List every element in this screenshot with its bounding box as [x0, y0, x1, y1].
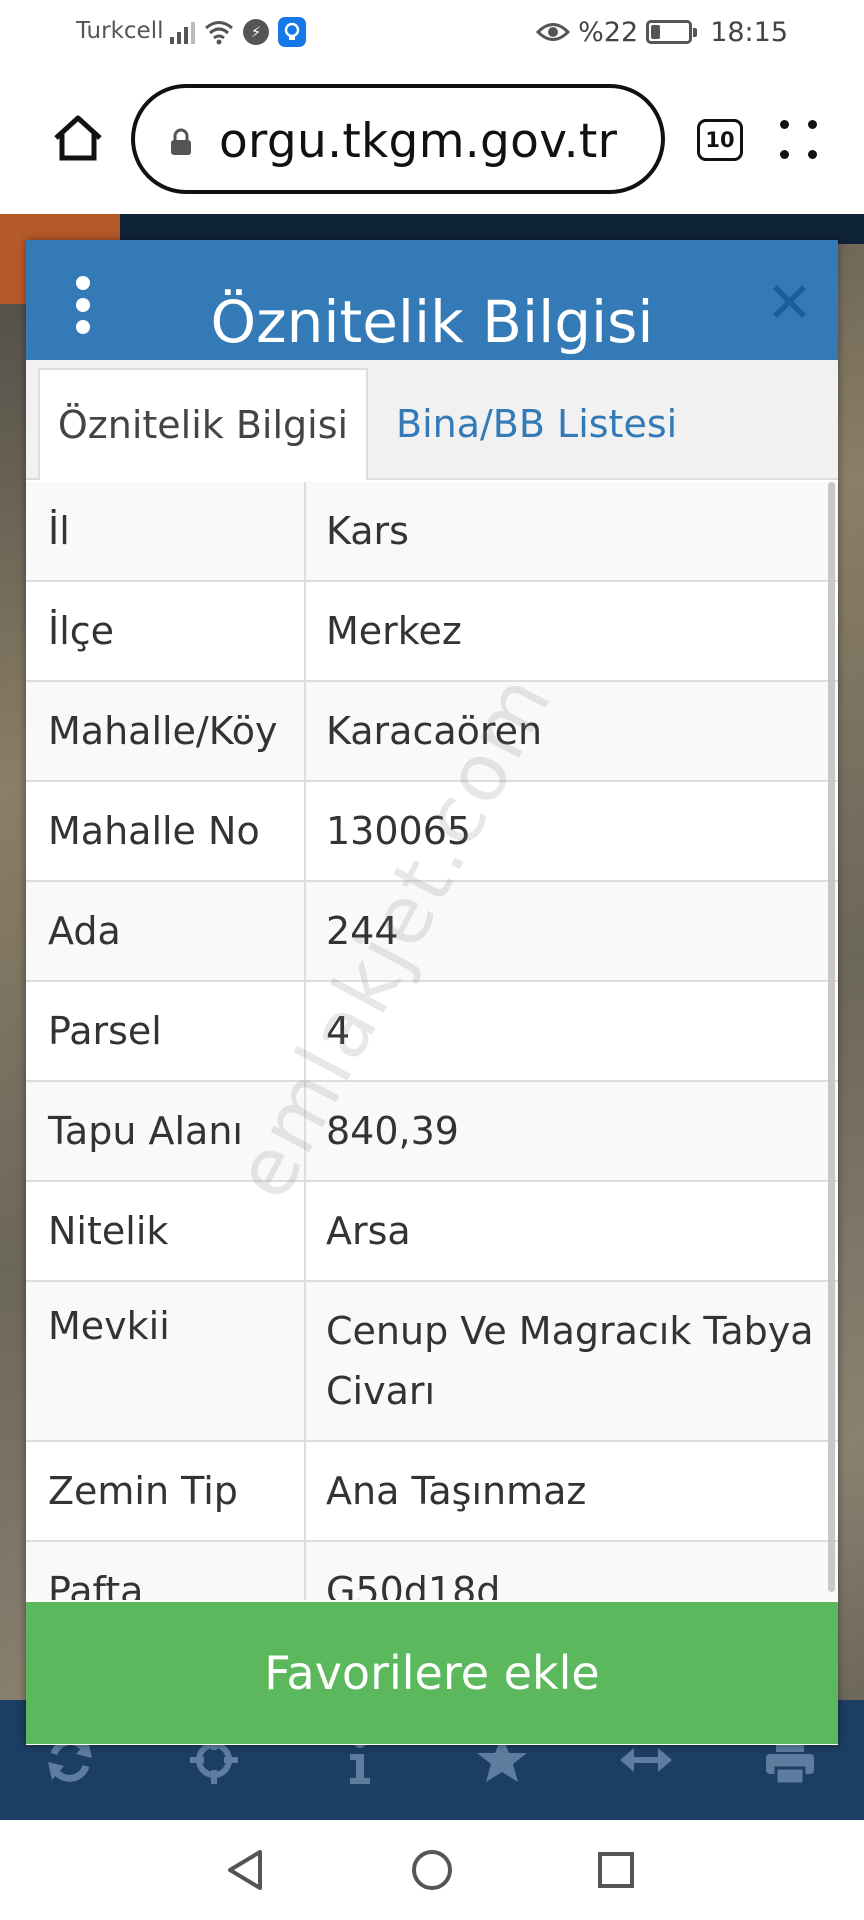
recents-icon[interactable] — [592, 1846, 640, 1894]
messenger-icon: ⚡ — [243, 19, 269, 45]
eye-icon — [536, 23, 571, 41]
table-row: Parsel 4 — [26, 982, 838, 1082]
menu-icon[interactable] — [780, 116, 820, 162]
row-key: Zemin Tip — [26, 1442, 306, 1540]
row-value: Karacaören — [326, 709, 543, 753]
tab-attribute-info[interactable]: Öznitelik Bilgisi — [38, 368, 368, 480]
row-key: Mahalle No — [26, 782, 306, 880]
browser-toolbar: orgu.tkgm.gov.tr 10 — [0, 64, 864, 214]
row-value: 244 — [326, 909, 399, 953]
clock: 18:15 — [710, 16, 788, 48]
signal-icon — [170, 20, 195, 44]
table-row: İlçe Merkez — [26, 582, 838, 682]
table-row: İl Kars — [26, 482, 838, 582]
table-row: Mahalle No 130065 — [26, 782, 838, 882]
tab-count: 10 — [705, 128, 735, 152]
lock-icon — [171, 128, 191, 155]
table-row: Mahalle/Köy Karacaören — [26, 682, 838, 782]
status-icons-left: ⚡ — [170, 14, 306, 50]
row-value: Arsa — [326, 1209, 411, 1253]
row-value: Kars — [326, 509, 409, 553]
system-nav-bar — [0, 1820, 864, 1920]
close-icon[interactable]: ✕ — [766, 276, 813, 332]
attribute-info-modal: Öznitelik Bilgisi ✕ Öznitelik Bilgisi Bi… — [26, 240, 838, 1745]
row-key: Mevkii — [26, 1282, 306, 1440]
app-notification-icon — [278, 17, 306, 47]
row-key: Tapu Alanı — [26, 1082, 306, 1180]
back-icon[interactable] — [222, 1846, 270, 1894]
row-key: Parsel — [26, 982, 306, 1080]
battery-icon — [646, 20, 698, 44]
row-key: Pafta — [26, 1542, 306, 1600]
row-value: Ana Taşınmaz — [326, 1469, 587, 1513]
table-row: Nitelik Arsa — [26, 1182, 838, 1282]
tab-bar: Öznitelik Bilgisi Bina/BB Listesi — [26, 360, 838, 480]
add-to-favorites-button[interactable]: Favorilere ekle — [26, 1602, 838, 1744]
tab-building-list[interactable]: Bina/BB Listesi — [396, 368, 677, 480]
table-row: Ada 244 — [26, 882, 838, 982]
table-row: Zemin Tip Ana Taşınmaz — [26, 1442, 838, 1542]
row-value: G50d18d — [326, 1569, 501, 1600]
address-bar[interactable]: orgu.tkgm.gov.tr — [131, 84, 665, 194]
wifi-icon — [205, 21, 233, 45]
row-key: İl — [26, 482, 306, 580]
table-scrollbar[interactable] — [828, 482, 835, 1592]
url-text: orgu.tkgm.gov.tr — [219, 114, 618, 169]
row-value: 130065 — [326, 809, 472, 853]
modal-header: Öznitelik Bilgisi ✕ — [26, 240, 838, 360]
home-icon[interactable] — [50, 110, 106, 166]
modal-title: Öznitelik Bilgisi — [210, 288, 654, 356]
home-circle-icon[interactable] — [408, 1846, 456, 1894]
attribute-table: İl Kars İlçe Merkez Mahalle/Köy Karacaör… — [26, 482, 838, 1600]
table-row: Mevkii Cenup Ve Magracık Tabya Civarı — [26, 1282, 838, 1442]
row-value: 4 — [326, 1009, 351, 1053]
carrier-name: Turkcell — [76, 18, 164, 44]
tabs-icon[interactable]: 10 — [697, 119, 743, 161]
row-value: Cenup Ve Magracık Tabya Civarı — [326, 1309, 814, 1413]
table-row: Pafta G50d18d — [26, 1542, 838, 1600]
row-key: Nitelik — [26, 1182, 306, 1280]
battery-percent: %22 — [578, 16, 639, 48]
status-bar: Turkcell ⚡ %22 18:15 — [0, 0, 864, 64]
row-value: 840,39 — [326, 1109, 459, 1153]
row-key: Mahalle/Köy — [26, 682, 306, 780]
status-icons-right: %22 18:15 — [536, 14, 788, 50]
table-row: Tapu Alanı 840,39 — [26, 1082, 838, 1182]
row-key: Ada — [26, 882, 306, 980]
row-value: Merkez — [326, 609, 462, 653]
row-key: İlçe — [26, 582, 306, 680]
